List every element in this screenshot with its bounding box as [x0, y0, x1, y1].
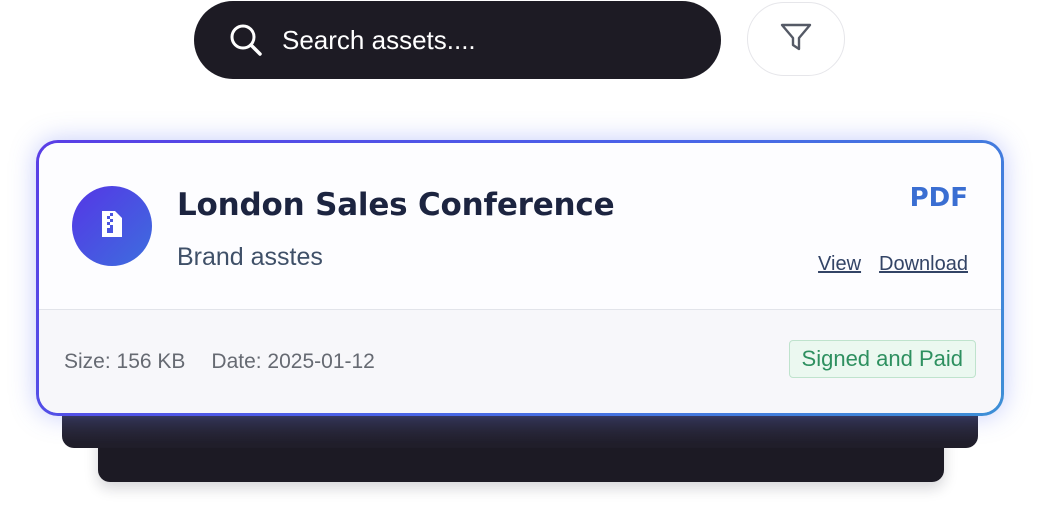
asset-card-header: London Sales Conference Brand asstes PDF… — [39, 143, 1001, 310]
asset-actions: View Download — [818, 253, 968, 276]
view-link[interactable]: View — [818, 253, 861, 276]
file-type-label: PDF — [909, 183, 968, 213]
search-input[interactable] — [282, 24, 662, 56]
filter-icon — [779, 21, 813, 58]
asset-subtitle: Brand asstes — [177, 243, 323, 271]
asset-card[interactable]: London Sales Conference Brand asstes PDF… — [36, 140, 1004, 416]
search-icon — [226, 20, 266, 60]
filter-button[interactable] — [747, 2, 845, 76]
download-link[interactable]: Download — [879, 253, 968, 276]
status-badge: Signed and Paid — [788, 340, 976, 378]
search-bar[interactable] — [194, 1, 721, 79]
asset-size: Size: 156 KB — [64, 350, 186, 373]
file-avatar — [72, 186, 152, 266]
asset-meta: Size: 156 KB Date: 2025-01-12 — [64, 350, 375, 374]
file-zip-icon — [100, 209, 124, 244]
asset-title: London Sales Conference — [177, 187, 615, 223]
asset-card-footer: Size: 156 KB Date: 2025-01-12 Signed and… — [39, 310, 1001, 413]
asset-date: Date: 2025-01-12 — [211, 350, 375, 373]
asset-card-body: London Sales Conference Brand asstes PDF… — [39, 143, 1001, 413]
